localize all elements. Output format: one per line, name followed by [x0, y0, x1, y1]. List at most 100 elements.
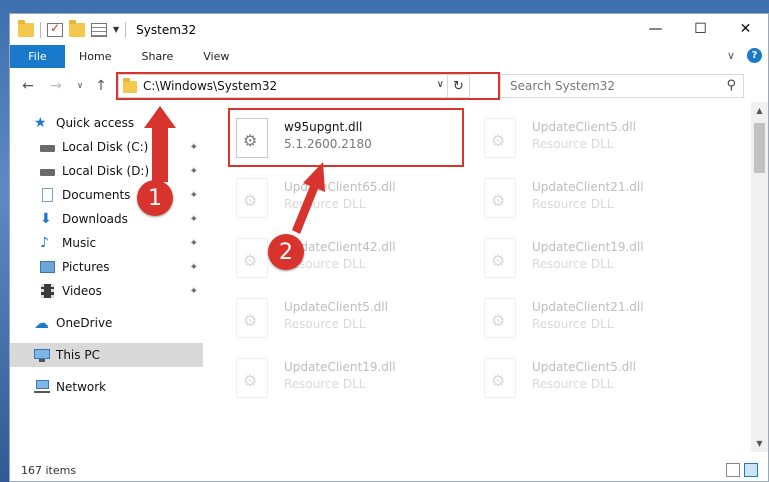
title-bar: ▼ System32 — ☐ ✕: [10, 14, 768, 45]
gear-icon: ⚙: [243, 311, 258, 330]
download-icon: ⬇: [40, 211, 52, 227]
file-tile[interactable]: ⚙ UpdateClient5.dll Resource DLL: [476, 352, 716, 412]
vertical-scrollbar[interactable]: ▲ ▼: [751, 102, 768, 452]
file-tile[interactable]: ⚙ UpdateClient19.dll Resource DLL: [228, 352, 468, 412]
sidebar-item-local-disk-c[interactable]: Local Disk (C:) ✦: [10, 135, 203, 159]
pin-icon[interactable]: ✦: [190, 238, 198, 249]
address-dropdown-icon[interactable]: ∨: [437, 79, 444, 90]
drive-icon: [40, 140, 56, 154]
scroll-down-icon[interactable]: ▼: [751, 435, 768, 452]
sidebar-item-videos[interactable]: Videos ✦: [10, 279, 203, 303]
pin-icon[interactable]: ✦: [190, 190, 198, 201]
dll-file-icon: ⚙: [484, 358, 516, 398]
file-name: UpdateClient21.dll: [532, 180, 644, 194]
sidebar-item-label: Quick access: [56, 116, 135, 130]
pin-icon[interactable]: ✦: [190, 214, 198, 225]
properties-icon[interactable]: [91, 22, 107, 37]
file-tile[interactable]: ⚙ UpdateClient21.dll Resource DLL: [476, 172, 716, 232]
sidebar-item-label: OneDrive: [56, 316, 113, 330]
sidebar-item-documents[interactable]: Documents ✦: [10, 183, 203, 207]
tab-share[interactable]: Share: [126, 45, 188, 68]
music-icon: ♪: [40, 235, 49, 251]
properties-check-icon[interactable]: [47, 21, 63, 37]
search-input[interactable]: Search System32 ⚲: [500, 74, 744, 98]
tab-file[interactable]: File: [10, 45, 65, 68]
file-tile[interactable]: ⚙ UpdateClient65.dll Resource DLL: [228, 172, 468, 232]
address-bar[interactable]: C:\Windows\System32 ∨ ↻: [118, 74, 470, 98]
sidebar-item-local-disk-d[interactable]: Local Disk (D:) ✦: [10, 159, 203, 183]
sidebar-item-network[interactable]: Network: [10, 375, 203, 399]
minimize-button[interactable]: —: [633, 14, 678, 44]
file-tile[interactable]: ⚙ UpdateClient5.dll Resource DLL: [476, 112, 716, 172]
file-name: UpdateClient65.dll: [284, 180, 396, 194]
forward-arrow-icon[interactable]: →: [46, 76, 66, 96]
gear-icon: ⚙: [491, 311, 506, 330]
divider: [125, 21, 127, 38]
recent-locations-icon[interactable]: ∨: [70, 76, 90, 96]
file-name: UpdateClient5.dll: [532, 360, 636, 374]
help-icon[interactable]: ?: [747, 48, 762, 63]
file-type: Resource DLL: [284, 377, 366, 391]
sidebar-item-label: Documents: [62, 188, 131, 202]
cloud-icon: ☁: [34, 314, 49, 332]
sidebar-item-music[interactable]: ♪ Music ✦: [10, 231, 203, 255]
navigation-bar: ← → ∨ ↑ C:\Windows\System32 ∨ ↻ Search S…: [10, 71, 768, 101]
file-type: Resource DLL: [532, 317, 614, 331]
dll-file-icon: ⚙: [236, 178, 268, 218]
videos-icon: [40, 284, 56, 298]
sidebar-item-onedrive[interactable]: ☁ OneDrive: [10, 311, 203, 335]
window-controls: — ☐ ✕: [633, 14, 768, 44]
address-path[interactable]: C:\Windows\System32: [143, 79, 277, 93]
gear-icon: ⚙: [243, 131, 258, 150]
refresh-icon[interactable]: ↻: [447, 75, 469, 97]
ribbon-tabs: File Home Share View ∨ ?: [10, 45, 768, 68]
maximize-button[interactable]: ☐: [678, 14, 723, 44]
sidebar-item-this-pc[interactable]: This PC: [10, 343, 203, 367]
drive-icon: [40, 164, 56, 178]
sidebar-item-label: Network: [56, 380, 107, 394]
folder-icon: [18, 19, 34, 37]
sidebar-item-pictures[interactable]: Pictures ✦: [10, 255, 203, 279]
file-type: Resource DLL: [284, 197, 366, 211]
tab-view[interactable]: View: [188, 45, 244, 68]
documents-icon: [40, 188, 56, 202]
view-buttons: [726, 463, 758, 477]
back-arrow-icon[interactable]: ←: [18, 76, 38, 96]
customize-toolbar-icon[interactable]: ▼: [113, 25, 119, 34]
expand-ribbon-icon[interactable]: ∨: [727, 49, 735, 62]
search-icon: ⚲: [726, 78, 736, 93]
sidebar-item-label: Pictures: [62, 260, 110, 274]
pin-icon[interactable]: ✦: [190, 166, 198, 177]
file-list: ⚙ w95upgnt.dll 5.1.2600.2180 ⚙ UpdateCli…: [220, 102, 740, 452]
pin-icon[interactable]: ✦: [190, 262, 198, 273]
file-name: UpdateClient5.dll: [532, 120, 636, 134]
file-tile[interactable]: ⚙ UpdateClient5.dll Resource DLL: [228, 292, 468, 352]
file-tile[interactable]: ⚙ UpdateClient42.dll Resource DLL: [228, 232, 468, 292]
file-tile[interactable]: ⚙ UpdateClient21.dll Resource DLL: [476, 292, 716, 352]
file-type: Resource DLL: [532, 257, 614, 271]
step-badge-1: 1: [137, 180, 173, 216]
folder-icon: [123, 78, 137, 93]
gear-icon: ⚙: [243, 251, 258, 270]
tab-home[interactable]: Home: [65, 45, 126, 68]
pin-icon[interactable]: ✦: [190, 286, 198, 297]
sidebar-item-label: Music: [62, 236, 97, 250]
tiles-view-icon[interactable]: [744, 463, 758, 477]
network-icon: [34, 380, 50, 394]
close-button[interactable]: ✕: [723, 14, 768, 44]
pin-icon[interactable]: ✦: [190, 142, 198, 153]
file-version: 5.1.2600.2180: [284, 137, 372, 151]
scroll-up-icon[interactable]: ▲: [751, 102, 768, 119]
new-folder-icon[interactable]: [69, 19, 85, 37]
file-tile[interactable]: ⚙ UpdateClient19.dll Resource DLL: [476, 232, 716, 292]
sidebar-item-quick-access[interactable]: ★ Quick access: [10, 111, 203, 135]
navigation-pane: ★ Quick access Local Disk (C:) ✦ Local D…: [10, 111, 205, 451]
gear-icon: ⚙: [243, 191, 258, 210]
details-view-icon[interactable]: [726, 463, 740, 477]
file-tile[interactable]: ⚙ w95upgnt.dll 5.1.2600.2180: [228, 112, 468, 172]
scrollbar-thumb[interactable]: [754, 123, 765, 173]
dll-file-icon: ⚙: [236, 298, 268, 338]
sidebar-item-downloads[interactable]: ⬇ Downloads ✦: [10, 207, 203, 231]
up-arrow-icon[interactable]: ↑: [91, 76, 111, 96]
gear-icon: ⚙: [491, 371, 506, 390]
